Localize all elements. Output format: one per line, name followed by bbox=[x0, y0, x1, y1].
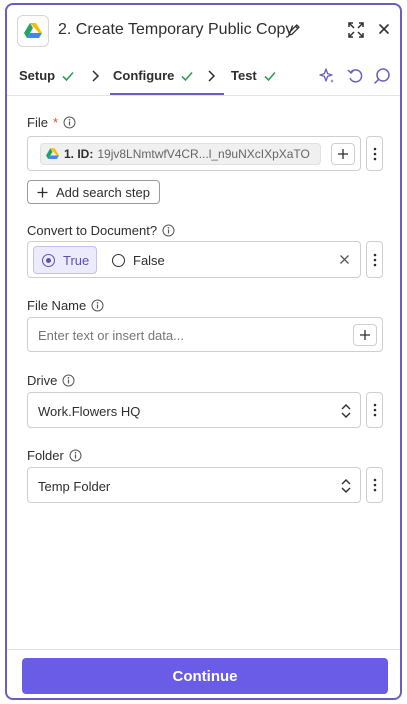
required-marker: * bbox=[52, 115, 59, 130]
radio-true[interactable]: True bbox=[33, 246, 97, 274]
chip-prefix: 1. ID: bbox=[64, 147, 94, 161]
google-drive-icon bbox=[17, 15, 49, 47]
google-drive-icon bbox=[46, 148, 59, 160]
file-more-button[interactable] bbox=[366, 136, 383, 171]
undo-icon[interactable] bbox=[346, 67, 364, 85]
insert-data-button[interactable] bbox=[353, 324, 377, 346]
radio-false[interactable]: False bbox=[112, 246, 165, 274]
more-vertical-icon bbox=[373, 403, 376, 417]
file-name-label: File Name bbox=[27, 298, 104, 313]
check-icon bbox=[264, 71, 276, 81]
tab-label: Test bbox=[231, 68, 257, 83]
file-id-chip[interactable]: 1. ID: 19jv8LNmtwfV4CR...l_n9uNXcIXpXaTO bbox=[40, 143, 321, 165]
tab-setup[interactable]: Setup bbox=[19, 68, 75, 83]
comment-icon[interactable] bbox=[373, 67, 391, 85]
chip-value: 19jv8LNmtwfV4CR...l_n9uNXcIXpXaTO bbox=[97, 147, 310, 161]
info-icon[interactable] bbox=[162, 224, 175, 237]
updown-icon bbox=[341, 404, 351, 418]
more-vertical-icon bbox=[373, 253, 376, 266]
file-label: File * bbox=[27, 115, 76, 130]
file-name-input[interactable]: Enter text or insert data... bbox=[27, 317, 383, 352]
file-input[interactable]: 1. ID: 19jv8LNmtwfV4CR...l_n9uNXcIXpXaTO bbox=[27, 136, 361, 171]
drive-select[interactable]: Work.Flowers HQ bbox=[27, 392, 361, 428]
step-panel: 2. Create Temporary Public Copy Setup Co… bbox=[5, 3, 402, 700]
plus-icon bbox=[360, 330, 370, 340]
tab-test[interactable]: Test bbox=[231, 68, 277, 83]
info-icon[interactable] bbox=[62, 374, 75, 387]
pencil-icon[interactable] bbox=[286, 22, 302, 38]
check-icon bbox=[181, 71, 193, 81]
sparkle-icon[interactable] bbox=[318, 67, 336, 85]
clear-icon[interactable] bbox=[339, 254, 350, 265]
check-icon bbox=[62, 71, 74, 81]
file-name-placeholder: Enter text or insert data... bbox=[38, 328, 184, 343]
folder-more-button[interactable] bbox=[366, 467, 383, 503]
tab-configure[interactable]: Configure bbox=[109, 68, 225, 95]
expand-icon[interactable] bbox=[347, 21, 365, 39]
chevron-right-icon bbox=[208, 70, 216, 82]
folder-label: Folder bbox=[27, 448, 82, 463]
convert-label: Convert to Document? bbox=[27, 223, 175, 238]
tab-label: Configure bbox=[113, 68, 175, 83]
folder-select[interactable]: Temp Folder bbox=[27, 467, 361, 503]
add-search-step-button[interactable]: Add search step bbox=[27, 180, 160, 204]
close-icon[interactable] bbox=[376, 21, 392, 37]
tab-label: Setup bbox=[19, 68, 56, 83]
info-icon[interactable] bbox=[69, 449, 82, 462]
chevron-right-icon bbox=[92, 70, 100, 82]
radio-unselected-icon bbox=[112, 253, 125, 267]
insert-data-button[interactable] bbox=[331, 143, 355, 165]
more-vertical-icon bbox=[373, 478, 376, 492]
plus-icon bbox=[338, 149, 348, 159]
panel-header: 2. Create Temporary Public Copy bbox=[7, 5, 400, 57]
convert-radio-group: True False bbox=[27, 241, 361, 278]
plus-icon bbox=[37, 187, 48, 197]
more-vertical-icon bbox=[373, 147, 376, 160]
panel-footer: Continue bbox=[7, 649, 400, 698]
info-icon[interactable] bbox=[91, 299, 104, 312]
step-tabs: Setup Configure Test bbox=[7, 57, 400, 96]
drive-value: Work.Flowers HQ bbox=[38, 404, 141, 419]
continue-button[interactable]: Continue bbox=[22, 658, 388, 694]
drive-more-button[interactable] bbox=[366, 392, 383, 428]
radio-selected-icon bbox=[42, 253, 55, 267]
convert-more-button[interactable] bbox=[366, 241, 383, 278]
folder-value: Temp Folder bbox=[38, 479, 111, 494]
step-title: 2. Create Temporary Public Copy bbox=[58, 21, 294, 38]
updown-icon bbox=[341, 479, 351, 493]
drive-label: Drive bbox=[27, 373, 75, 388]
info-icon[interactable] bbox=[63, 116, 76, 129]
